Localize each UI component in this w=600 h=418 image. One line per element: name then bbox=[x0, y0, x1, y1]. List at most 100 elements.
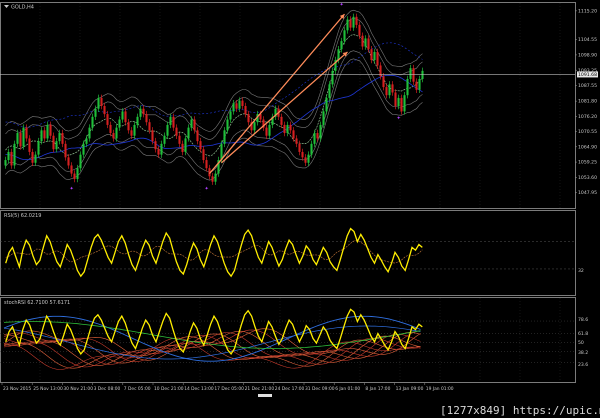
candle-body bbox=[7, 151, 10, 161]
candle-body bbox=[310, 143, 313, 155]
candle-body bbox=[157, 149, 160, 155]
candle-body bbox=[226, 119, 229, 131]
candle-body bbox=[73, 173, 76, 179]
candle-body bbox=[307, 154, 310, 163]
candle-body bbox=[241, 100, 244, 106]
candle-body bbox=[214, 173, 217, 182]
candle-body bbox=[166, 124, 169, 136]
price-axis-label: 1053.60 bbox=[578, 175, 597, 181]
candle-body bbox=[199, 141, 202, 150]
price-arrows bbox=[209, 13, 348, 174]
candle-body bbox=[85, 138, 88, 144]
fractal-arrow-icon: ✦ bbox=[205, 186, 209, 192]
candle-body bbox=[328, 84, 331, 98]
candle-body bbox=[298, 143, 301, 152]
candle-body bbox=[238, 100, 241, 109]
trend-arrow-line bbox=[209, 13, 345, 174]
candle-body bbox=[43, 130, 46, 139]
candle-body bbox=[196, 130, 199, 142]
stoch-tick-38: 38.2 bbox=[578, 350, 588, 356]
candle-body bbox=[211, 176, 214, 182]
candle-body bbox=[133, 124, 136, 136]
candle-body bbox=[25, 127, 28, 139]
time-axis-label: 24 Dec 17:00 bbox=[275, 386, 305, 392]
time-axis-label: 8 Jan 17:00 bbox=[365, 386, 390, 392]
price-axis-label: 1070.55 bbox=[578, 129, 597, 135]
price-axis-label: 1064.90 bbox=[578, 144, 597, 150]
candle-body bbox=[364, 38, 367, 47]
watermark-text: [1277x849] https://upic.me/ bbox=[440, 404, 600, 417]
candle-body bbox=[280, 116, 283, 125]
candle-body bbox=[232, 103, 235, 112]
candle-body bbox=[295, 138, 298, 144]
time-axis-label: 31 Dec 09:00 bbox=[305, 386, 335, 392]
candle-body bbox=[112, 133, 115, 139]
candle-body bbox=[109, 124, 112, 134]
stoch-tick-61: 61.8 bbox=[578, 331, 588, 337]
candle-body bbox=[22, 127, 25, 147]
candle-body bbox=[313, 133, 316, 144]
candle-body bbox=[283, 124, 286, 134]
candle-body bbox=[187, 127, 190, 139]
candle-body bbox=[130, 130, 133, 136]
candle-body bbox=[268, 124, 271, 136]
time-axis-label: 14 Dec 13:00 bbox=[184, 386, 214, 392]
candle-body bbox=[175, 127, 178, 136]
time-axis-label: 3 Dec 08:00 bbox=[94, 386, 121, 392]
candle-body bbox=[103, 106, 106, 115]
candle-body bbox=[145, 114, 148, 123]
price-grid bbox=[39, 3, 561, 208]
candle-body bbox=[316, 133, 319, 139]
price-axis: 1115.201104.551098.901093.251087.551081.… bbox=[575, 8, 597, 196]
candle-body bbox=[382, 76, 385, 88]
time-axis-label: 19 Jan 01:00 bbox=[426, 386, 454, 392]
candle-body bbox=[415, 81, 418, 90]
candle-body bbox=[406, 78, 409, 96]
candle-body bbox=[343, 30, 346, 42]
triangle-down-icon bbox=[4, 5, 9, 8]
candle-body bbox=[373, 51, 376, 61]
candle-body bbox=[46, 124, 49, 139]
candle-body bbox=[346, 19, 349, 31]
candle-body bbox=[106, 114, 109, 125]
candle-body bbox=[223, 130, 226, 144]
stoch-tick-50: 50 bbox=[578, 340, 584, 346]
rsi-title-text: RSI(5) 62.0219 bbox=[4, 213, 41, 219]
time-axis-label: 21 Dec 21:00 bbox=[245, 386, 275, 392]
time-axis-label: 7 Dec 05:00 bbox=[124, 386, 151, 392]
candle-body bbox=[322, 111, 325, 125]
candle-body bbox=[76, 168, 79, 179]
candle-body bbox=[385, 87, 388, 96]
price-axis-label: 1047.95 bbox=[578, 190, 597, 196]
panel-frames bbox=[0, 2, 576, 383]
stoch-layer bbox=[0, 308, 575, 370]
fractal-arrow-icon: ✦ bbox=[397, 116, 401, 122]
candle-body bbox=[115, 127, 118, 139]
stoch-ribbon-line bbox=[4, 330, 421, 364]
candle-body bbox=[400, 97, 403, 112]
candle-body bbox=[121, 111, 124, 120]
candle-body bbox=[34, 154, 37, 163]
candle-body bbox=[403, 95, 406, 112]
candle-body bbox=[289, 124, 292, 131]
stoch-title-text: stochRSI 62.7100 57.6171 bbox=[4, 300, 70, 306]
price-axis-label: 1115.20 bbox=[578, 8, 597, 14]
fractal-arrow-icon: ✦ bbox=[70, 186, 74, 192]
rsi-axis-tick-32: 32 bbox=[578, 268, 584, 274]
price-title-text: GOLD,H4 bbox=[11, 5, 34, 11]
price-axis-label: 1076.20 bbox=[578, 114, 597, 120]
candle-body bbox=[16, 133, 19, 144]
candle-body bbox=[151, 130, 154, 142]
candle-body bbox=[418, 78, 421, 90]
stoch-axis: 78.6 61.8 50 38.2 23.6 bbox=[578, 317, 588, 368]
candle-body bbox=[88, 127, 91, 139]
rsi-layer bbox=[0, 227, 575, 278]
candle-body bbox=[397, 97, 400, 106]
candle-body bbox=[358, 24, 361, 36]
time-axis-label: 25 Nov 13:00 bbox=[33, 386, 63, 392]
candle-body bbox=[253, 122, 256, 131]
candle-body bbox=[304, 157, 307, 163]
candle-body bbox=[361, 35, 364, 47]
scroll-position-marker[interactable] bbox=[258, 394, 272, 397]
candle-body bbox=[61, 133, 64, 144]
